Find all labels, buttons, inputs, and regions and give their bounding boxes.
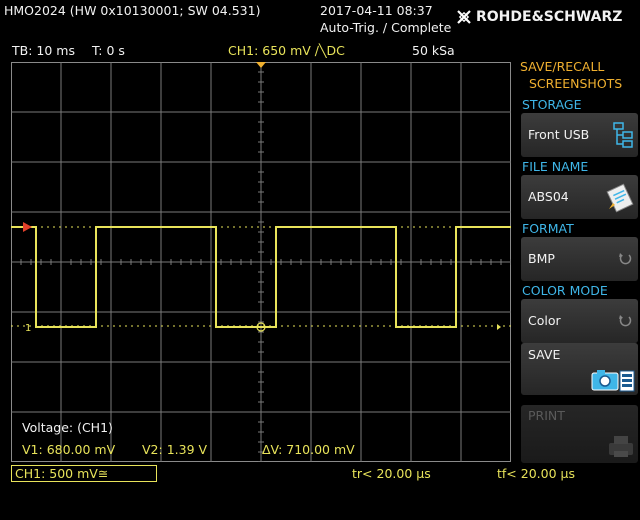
file-name-label: FILE NAME [522,159,589,174]
trigger-status: Auto-Trig. / Complete [320,20,452,35]
menu-title-line1: SAVE/RECALL [520,59,605,74]
format-label: FORMAT [522,221,574,236]
menu-title-line2: SCREENSHOTS [529,76,623,91]
color-mode-button[interactable]: Color [521,299,638,343]
cycle-arrow-icon [619,315,632,327]
ch1-scale-box[interactable]: CH1: 500 mV≅ [11,465,157,482]
color-mode-label: COLOR MODE [522,283,608,298]
cursor-v1-readout: V1: 680.00 mV [22,442,116,457]
print-label: PRINT [528,408,565,423]
camera-save-icon [591,370,635,392]
rohde-schwarz-logo-icon [457,10,471,24]
trigger-level-marker [23,222,32,232]
fall-time-readout: tf< 20.00 µs [497,466,575,481]
channel-marker-label: 1 [25,323,31,334]
print-button[interactable]: PRINT [521,405,638,463]
folder-tree-icon [613,122,633,148]
cursor-end-marker [497,324,501,330]
sample-rate-readout: 50 kSa [412,43,455,58]
cycle-arrow-icon [619,253,632,265]
ch1-scale-label: CH1: 500 mV≅ [15,466,109,481]
save-button[interactable]: SAVE [521,343,638,395]
waveform-grid: 1 [11,62,511,462]
file-name-value: ABS04 [528,189,569,204]
ch1-trigger-setting[interactable]: CH1: 650 mV ∕╲DC [228,43,345,58]
color-mode-value: Color [528,313,561,328]
storage-label: STORAGE [522,97,582,112]
cursor-delta-readout: ΔV: 710.00 mV [262,442,355,457]
brand-name: ROHDE&SCHWARZ [476,9,623,25]
format-button[interactable]: BMP [521,237,638,281]
storage-value: Front USB [528,127,590,142]
device-title: HMO2024 (HW 0x10130001; SW 04.531) [4,3,261,18]
measurement-title: Voltage: (CH1) [22,420,113,435]
save-label: SAVE [528,347,561,362]
cursor-v2-readout: V2: 1.39 V [142,442,208,457]
trigger-position-marker [256,62,266,68]
time-offset-readout[interactable]: T: 0 s [92,43,125,58]
file-name-button[interactable]: ABS04 [521,175,638,219]
edit-file-icon [606,183,634,213]
format-value: BMP [528,251,555,266]
datetime: 2017-04-11 08:37 [320,3,433,18]
printer-icon [609,436,633,457]
timebase-readout[interactable]: TB: 10 ms [12,43,75,58]
storage-button[interactable]: Front USB [521,113,638,157]
rise-time-readout: tr< 20.00 µs [352,466,431,481]
